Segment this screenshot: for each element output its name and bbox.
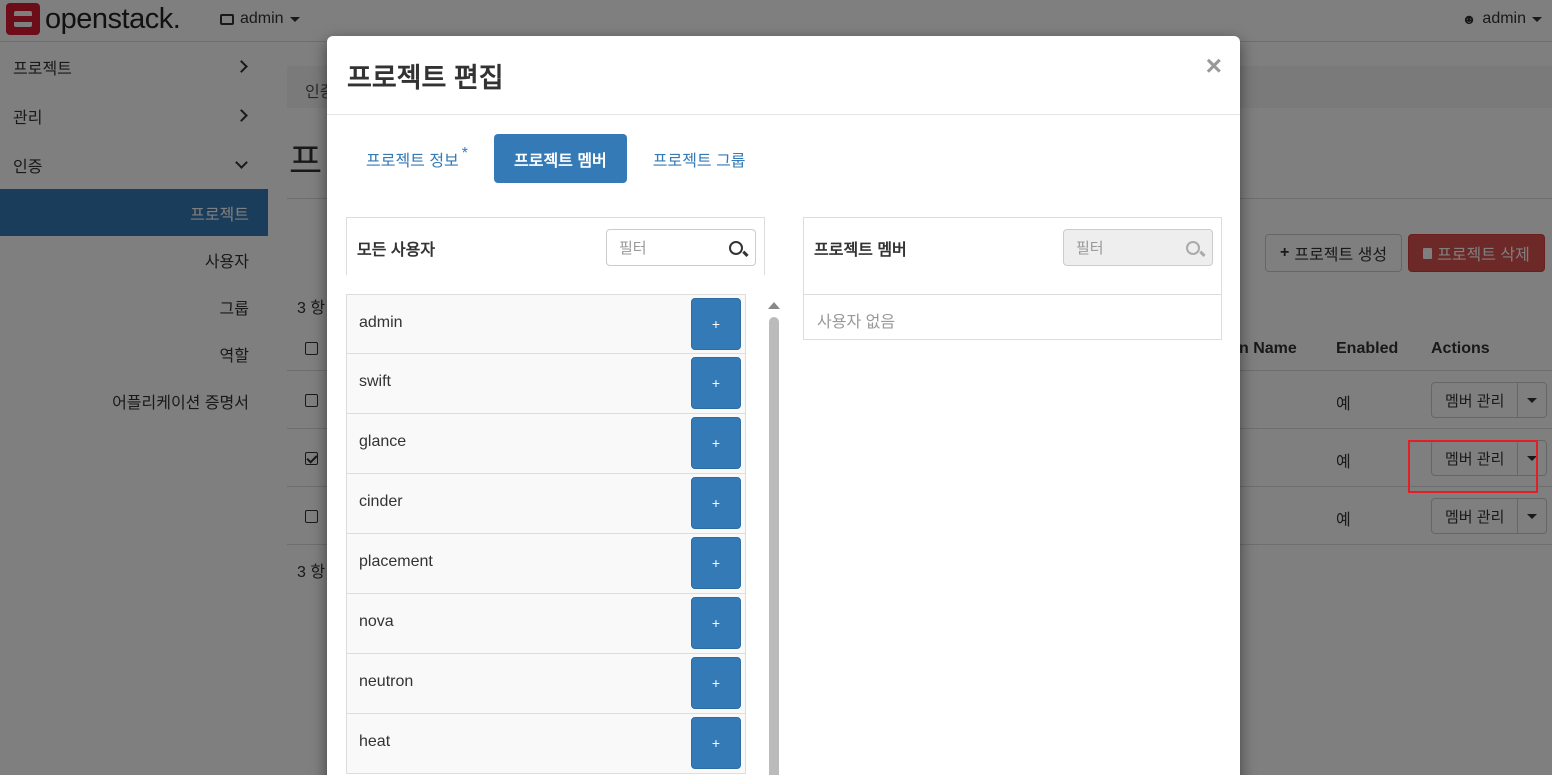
project-members-panel: 프로젝트 멤버 필터 사용자 없음 — [803, 217, 1222, 340]
list-item: cinder + — [346, 474, 746, 534]
modal-title: 프로젝트 편집 — [347, 63, 504, 93]
tab-label: 프로젝트 그룹 — [652, 152, 746, 170]
user-name: nova — [359, 613, 394, 630]
tab-label: 프로젝트 정보 — [366, 152, 459, 170]
tab-project-groups[interactable]: 프로젝트 그룹 — [633, 134, 766, 183]
add-user-button[interactable]: + — [691, 357, 741, 409]
divider — [804, 294, 1221, 295]
user-name: heat — [359, 733, 391, 750]
all-users-list: admin + swift + glance + cinder + placem… — [346, 294, 746, 774]
filter-placeholder: 필터 — [1076, 240, 1104, 257]
add-user-button[interactable]: + — [691, 417, 741, 469]
list-item: glance + — [346, 414, 746, 474]
add-user-button[interactable]: + — [691, 298, 741, 350]
add-user-button[interactable]: + — [691, 717, 741, 769]
tab-project-members[interactable]: 프로젝트 멤버 — [494, 134, 627, 183]
required-marker: * — [461, 144, 468, 162]
modal-tabs: 프로젝트 정보 * 프로젝트 멤버 프로젝트 그룹 — [346, 134, 766, 183]
all-users-filter-input[interactable]: 필터 — [606, 229, 756, 266]
tab-project-info[interactable]: 프로젝트 정보 * — [346, 134, 488, 183]
user-name: swift — [359, 373, 391, 390]
modal-header: 프로젝트 편집 × — [327, 36, 1240, 115]
list-item: nova + — [346, 594, 746, 654]
add-user-button[interactable]: + — [691, 597, 741, 649]
tab-label: 프로젝트 멤버 — [514, 152, 607, 170]
scrollbar-thumb[interactable] — [769, 317, 779, 775]
list-item: swift + — [346, 354, 746, 414]
filter-placeholder: 필터 — [619, 240, 647, 257]
highlight-box — [1408, 440, 1538, 493]
list-item: admin + — [346, 294, 746, 354]
search-icon — [1186, 240, 1200, 255]
all-users-title: 모든 사용자 — [357, 242, 436, 259]
user-name: admin — [359, 314, 403, 331]
members-filter-input[interactable]: 필터 — [1063, 229, 1213, 266]
no-members-text: 사용자 없음 — [817, 314, 896, 331]
user-name: cinder — [359, 493, 403, 510]
add-user-button[interactable]: + — [691, 537, 741, 589]
scroll-up-arrow[interactable] — [768, 302, 780, 309]
user-name: glance — [359, 433, 407, 450]
all-users-panel-header: 모든 사용자 필터 — [346, 217, 765, 275]
add-user-button[interactable]: + — [691, 477, 741, 529]
edit-project-modal: 프로젝트 편집 × 프로젝트 정보 * 프로젝트 멤버 프로젝트 그룹 모든 사… — [327, 36, 1240, 775]
list-item: heat + — [346, 714, 746, 774]
close-icon[interactable]: × — [1206, 50, 1222, 82]
list-item: neutron + — [346, 654, 746, 714]
user-name: placement — [359, 553, 433, 570]
search-icon — [729, 240, 743, 255]
list-item: placement + — [346, 534, 746, 594]
user-name: neutron — [359, 673, 414, 690]
project-members-title: 프로젝트 멤버 — [814, 242, 907, 259]
add-user-button[interactable]: + — [691, 657, 741, 709]
